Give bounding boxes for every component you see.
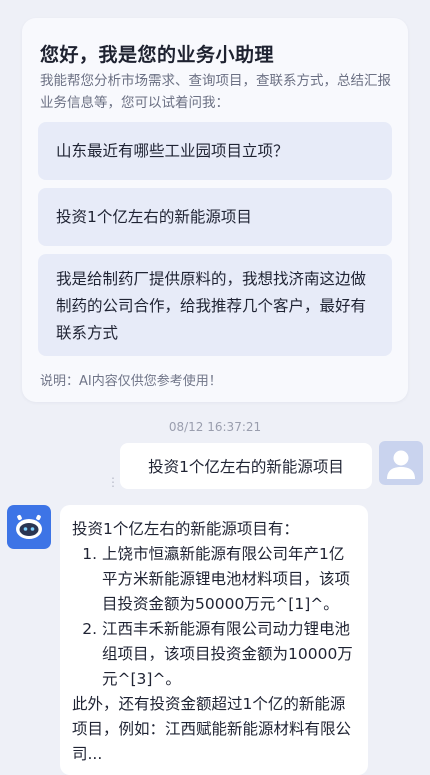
bot-reply-list-item: 上饶市恒瀛新能源有限公司年产1亿平方米新能源锂电池材料项目，该项目投资金额为50… — [102, 542, 358, 617]
bot-reply-list: 上饶市恒瀛新能源有限公司年产1亿平方米新能源锂电池材料项目，该项目投资金额为50… — [72, 542, 358, 692]
welcome-title: 您好，我是您的业务小助理 — [40, 44, 275, 66]
suggestion-label: 我是给制药厂提供原料的，我想找济南这边做制药的公司合作，给我推荐几个客户，最好有… — [56, 270, 367, 342]
suggestion-question-2[interactable]: 投资1个亿左右的新能源项目 — [38, 188, 392, 246]
ai-disclaimer: 说明：AI内容仅供您参考使用！ — [40, 374, 222, 389]
bot-reply-outro: 此外，还有投资金额超过1个亿的新能源项目，例如：江西赋能新能源材料有限公司... — [72, 695, 352, 763]
suggestion-label: 投资1个亿左右的新能源项目 — [56, 207, 252, 226]
suggestion-question-1[interactable]: 山东最近有哪些工业园项目立项？ — [38, 122, 392, 180]
bot-reply-bubble[interactable]: 投资1个亿左右的新能源项目有： 上饶市恒瀛新能源有限公司年产1亿平方米新能源锂电… — [60, 505, 368, 775]
message-menu-icon[interactable]: ⋮ — [107, 476, 119, 488]
welcome-description: 我能帮您分析市场需求、查询项目，查联系方式，总结汇报业务信息等，您可以试着问我： — [40, 73, 391, 111]
user-message-bubble[interactable]: 投资1个亿左右的新能源项目 — [120, 443, 372, 489]
user-message-text: 投资1个亿左右的新能源项目 — [148, 458, 344, 476]
robot-avatar-icon — [7, 505, 51, 549]
suggestion-question-3[interactable]: 我是给制药厂提供原料的，我想找济南这边做制药的公司合作，给我推荐几个客户，最好有… — [38, 254, 392, 356]
welcome-card: 您好，我是您的业务小助理 我能帮您分析市场需求、查询项目，查联系方式，总结汇报业… — [22, 18, 408, 402]
suggestion-label: 山东最近有哪些工业园项目立项？ — [56, 141, 289, 160]
bot-reply-intro: 投资1个亿左右的新能源项目有： — [72, 520, 299, 538]
message-timestamp: 08/12 16:37:21 — [168, 420, 262, 434]
bot-reply-list-item: 江西丰禾新能源有限公司动力锂电池组项目，该项目投资金额为10000万元^[3]^… — [102, 617, 358, 692]
user-avatar-icon[interactable] — [379, 441, 423, 485]
